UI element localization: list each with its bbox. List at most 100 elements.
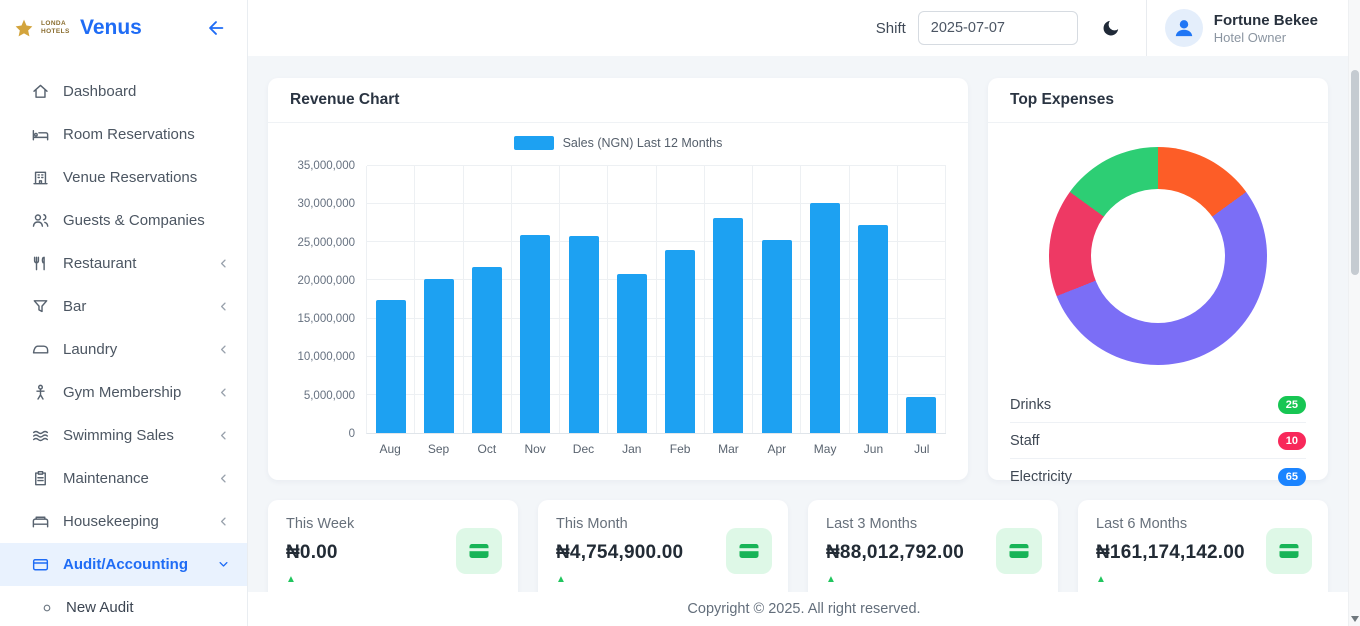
y-tick-label: 10,000,000	[297, 351, 355, 363]
wallet-card-icon	[1277, 539, 1301, 563]
person-icon	[31, 383, 50, 402]
main-content: Revenue Chart Sales (NGN) Last 12 Months…	[248, 56, 1360, 626]
x-tick-label: May	[801, 442, 849, 456]
expense-badge: 10	[1278, 432, 1306, 450]
sidebar-item-new-audit[interactable]: New Audit	[0, 586, 247, 626]
chevron-left-icon	[216, 428, 231, 443]
users-icon	[31, 211, 50, 230]
sidebar-item-label: Restaurant	[63, 255, 203, 272]
bars	[367, 166, 946, 433]
trend-up-icon: ▲	[1096, 574, 1310, 585]
footer: Copyright © 2025. All right reserved.	[248, 592, 1360, 626]
bar-jun	[858, 225, 888, 433]
chevron-left-icon	[216, 299, 231, 314]
x-tick-label: Jun	[849, 442, 897, 456]
dark-mode-toggle[interactable]	[1100, 17, 1122, 39]
sidebar-collapse-button[interactable]	[201, 13, 231, 43]
expense-label: Electricity	[1010, 469, 1072, 485]
housekeeping-bed-icon	[31, 512, 50, 531]
wallet-card-icon	[737, 539, 761, 563]
bar-nov	[520, 235, 550, 433]
bar-dec	[569, 236, 599, 433]
y-axis: 05,000,00010,000,00015,000,00020,000,000…	[280, 166, 366, 434]
x-tick-label: Jul	[898, 442, 946, 456]
expense-row: Staff 10	[1010, 423, 1306, 459]
sidebar-item-swimming-sales[interactable]: Swimming Sales	[0, 414, 247, 457]
shift-date-input[interactable]	[918, 11, 1078, 45]
sidebar-item-dashboard[interactable]: Dashboard	[0, 70, 247, 113]
sidebar-item-label: Housekeeping	[63, 513, 203, 530]
x-tick-label: Mar	[704, 442, 752, 456]
sidebar-item-venue-reservations[interactable]: Venue Reservations	[0, 156, 247, 199]
bar-column	[801, 166, 849, 433]
expense-badge: 25	[1278, 396, 1306, 414]
legend-swatch	[514, 136, 554, 150]
bar-chart: 05,000,00010,000,00015,000,00020,000,000…	[280, 166, 946, 456]
sidebar-item-label: New Audit	[66, 599, 231, 616]
wallet-card-icon	[467, 539, 491, 563]
sidebar-item-label: Audit/Accounting	[63, 556, 203, 573]
sidebar-item-maintenance[interactable]: Maintenance	[0, 457, 247, 500]
chevron-down-icon	[216, 557, 231, 572]
bar-column	[464, 166, 512, 433]
sidebar-item-gym-membership[interactable]: Gym Membership	[0, 371, 247, 414]
x-tick-label: Aug	[366, 442, 414, 456]
x-tick-label: Dec	[559, 442, 607, 456]
y-tick-label: 0	[349, 428, 355, 440]
sidebar-item-audit-accounting[interactable]: Audit/Accounting	[0, 543, 247, 586]
stat-icon-tile	[1266, 528, 1312, 574]
chevron-left-icon	[216, 471, 231, 486]
trend-up-icon: ▲	[826, 574, 1040, 585]
sidebar-item-restaurant[interactable]: Restaurant	[0, 242, 247, 285]
scrollbar-track[interactable]	[1348, 0, 1360, 626]
sidebar-item-label: Guests & Companies	[63, 212, 231, 229]
bar-column	[705, 166, 753, 433]
sidebar-item-label: Swimming Sales	[63, 427, 203, 444]
x-tick-label: Jan	[608, 442, 656, 456]
chevron-left-icon	[216, 256, 231, 271]
sidebar-item-guests-companies[interactable]: Guests & Companies	[0, 199, 247, 242]
y-tick-label: 35,000,000	[297, 160, 355, 172]
y-tick-label: 25,000,000	[297, 237, 355, 249]
sidebar-item-bar[interactable]: Bar	[0, 285, 247, 328]
stat-icon-tile	[726, 528, 772, 574]
expense-badge: 65	[1278, 468, 1306, 486]
expense-label: Staff	[1010, 433, 1040, 449]
sidebar-nav: Dashboard Room Reservations Venue Reserv…	[0, 56, 247, 626]
bar-sep	[424, 279, 454, 433]
bar-apr	[762, 240, 792, 433]
sidebar-item-housekeeping[interactable]: Housekeeping	[0, 500, 247, 543]
user-profile[interactable]: Fortune Bekee Hotel Owner	[1146, 0, 1348, 56]
x-tick-label: Sep	[414, 442, 462, 456]
sidebar-item-laundry[interactable]: Laundry	[0, 328, 247, 371]
sidebar-item-label: Laundry	[63, 341, 203, 358]
chevron-left-icon	[216, 514, 231, 529]
circle-icon	[40, 601, 54, 615]
trend-up-icon: ▲	[286, 574, 500, 585]
scrollbar-thumb[interactable]	[1351, 70, 1359, 275]
stat-icon-tile	[456, 528, 502, 574]
topbar: Shift Fortune Bekee Hotel Owner	[248, 0, 1360, 56]
trend-up-icon: ▲	[556, 574, 770, 585]
bar-column	[367, 166, 415, 433]
sidebar-item-label: Dashboard	[63, 83, 231, 100]
bar-jan	[617, 274, 647, 433]
bar-column	[898, 166, 946, 433]
brand-title: Venus	[80, 16, 194, 40]
y-tick-label: 5,000,000	[304, 390, 355, 402]
sidebar-item-label: Room Reservations	[63, 126, 231, 143]
arrow-left-icon	[205, 17, 227, 39]
expenses-donut	[1049, 147, 1267, 365]
avatar	[1165, 9, 1203, 47]
plot-column: AugSepOctNovDecJanFebMarAprMayJunJul	[366, 166, 946, 456]
sidebar-header: LONDA HOTELS Venus	[0, 0, 247, 56]
copyright-text: Copyright © 2025. All right reserved.	[687, 601, 920, 617]
top-expenses-card: Top Expenses Drinks 25 Staff 10 Electric…	[988, 78, 1328, 480]
revenue-chart-card: Revenue Chart Sales (NGN) Last 12 Months…	[268, 78, 968, 480]
bar-mar	[713, 218, 743, 433]
expenses-card-title: Top Expenses	[1010, 91, 1114, 108]
x-tick-label: Oct	[463, 442, 511, 456]
user-avatar-icon	[1171, 15, 1197, 41]
sidebar-item-room-reservations[interactable]: Room Reservations	[0, 113, 247, 156]
scroll-down-arrow-icon[interactable]	[1351, 616, 1359, 622]
